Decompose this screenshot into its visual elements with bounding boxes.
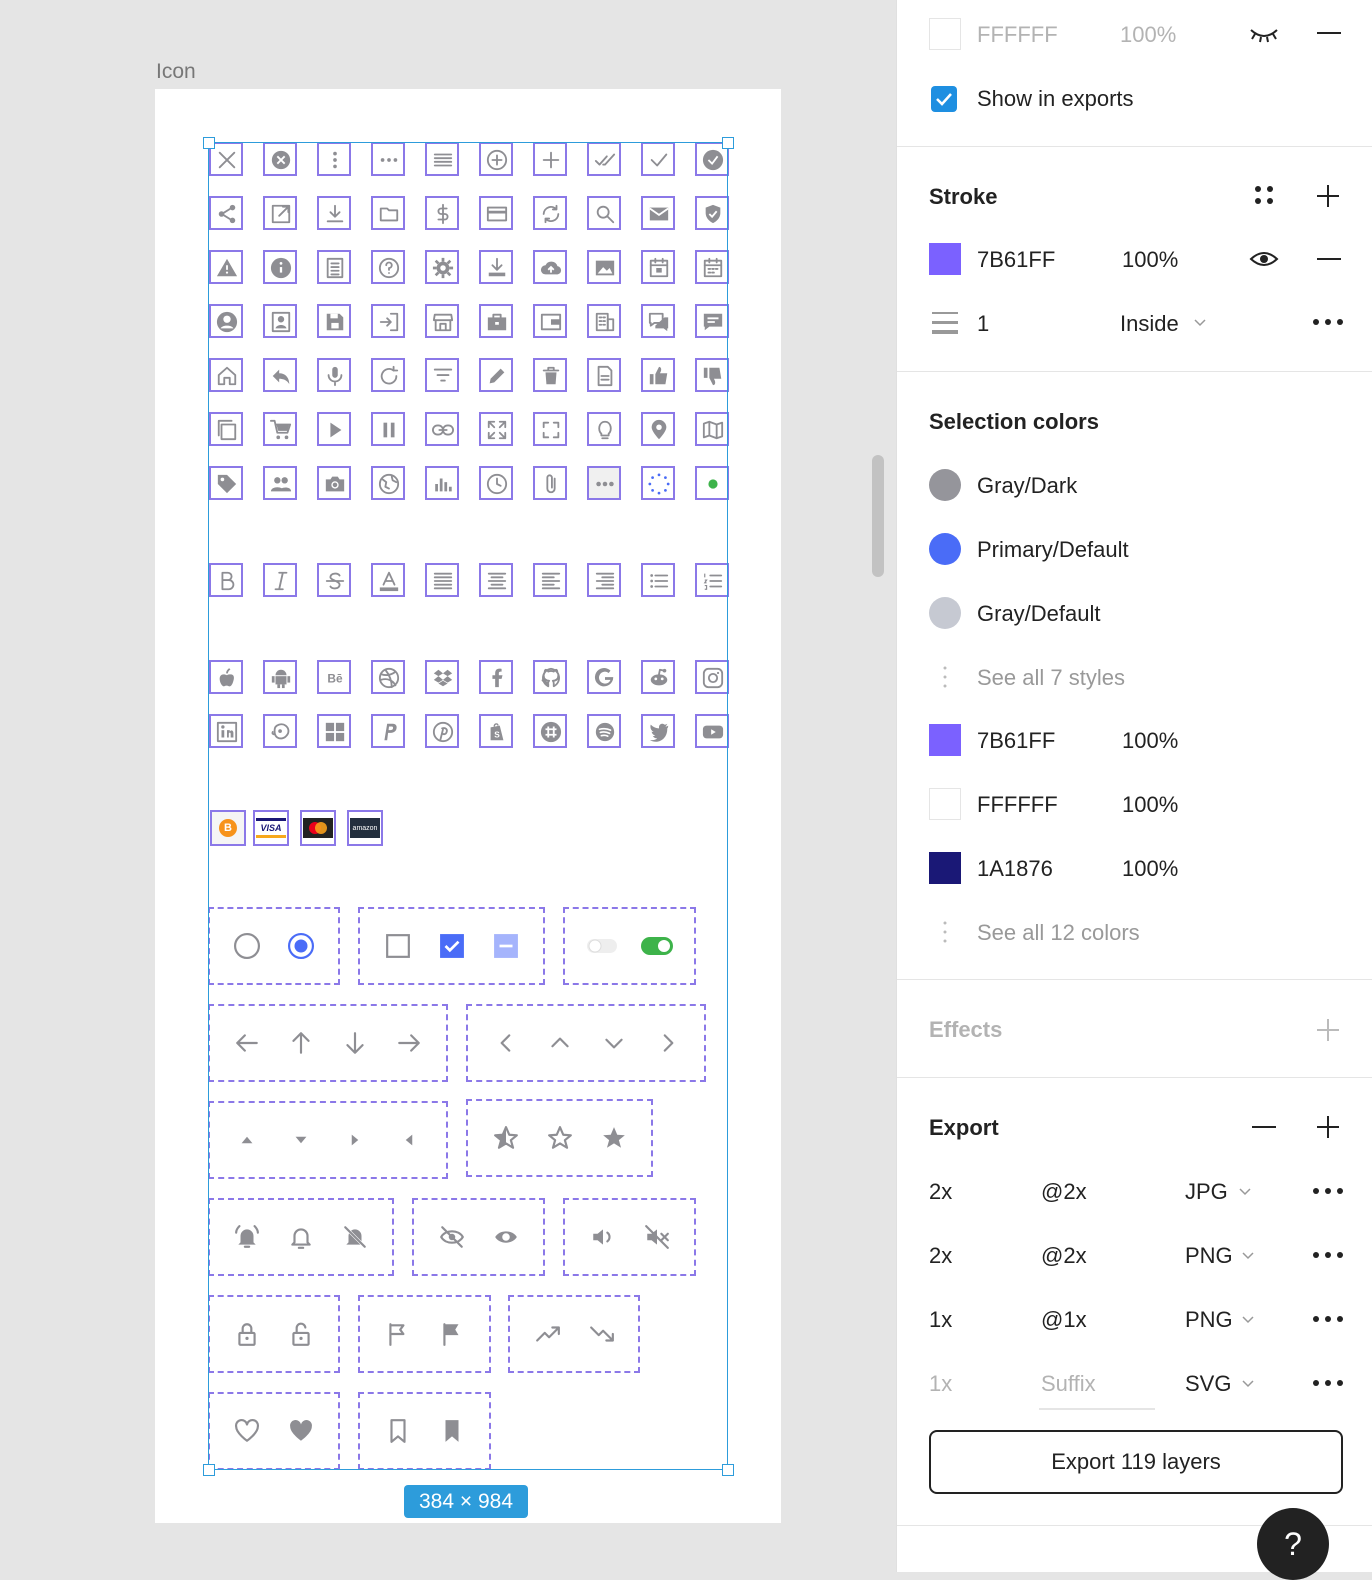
more-icon[interactable]	[1312, 318, 1344, 326]
design-canvas[interactable]: Icon Bē S B VISA amazon 384 × 984	[0, 0, 896, 1572]
color-opacity[interactable]: 100%	[1122, 856, 1178, 882]
fill-opacity[interactable]: 100%	[1120, 22, 1176, 48]
more-icon[interactable]	[1312, 1379, 1344, 1387]
add-stroke-icon[interactable]	[1316, 184, 1340, 208]
properties-panel: FFFFFF 100% Show in exports Stroke 7B61F…	[896, 0, 1372, 1580]
chevron-down-icon[interactable]	[1241, 1379, 1255, 1389]
add-export-icon[interactable]	[1316, 1115, 1340, 1139]
stroke-swatch[interactable]	[929, 243, 961, 275]
resize-handle-top-left[interactable]	[203, 137, 215, 149]
resize-handle-top-right[interactable]	[722, 137, 734, 149]
style-dot-gray-dark[interactable]	[929, 469, 961, 501]
selection-box[interactable]	[208, 142, 728, 1470]
more-icon[interactable]	[1312, 1187, 1344, 1195]
size-badge: 384 × 984	[404, 1485, 528, 1518]
color-swatch[interactable]	[929, 724, 961, 756]
eye-hidden-icon[interactable]	[1249, 24, 1279, 44]
divider	[897, 1077, 1372, 1078]
export-format[interactable]: PNG	[1185, 1307, 1233, 1333]
remove-export-icon[interactable]	[1252, 1126, 1276, 1130]
stroke-weight[interactable]: 1	[977, 311, 989, 337]
vertical-dots-icon	[943, 666, 947, 688]
chevron-down-icon[interactable]	[1241, 1251, 1255, 1261]
stroke-position-select[interactable]: Inside	[1120, 311, 1179, 337]
style-dot-primary[interactable]	[929, 533, 961, 565]
color-hex[interactable]: FFFFFF	[977, 792, 1058, 818]
stroke-opacity[interactable]: 100%	[1122, 247, 1178, 273]
divider	[897, 371, 1372, 372]
see-all-styles-link[interactable]: See all 7 styles	[977, 665, 1125, 691]
more-icon[interactable]	[1312, 1251, 1344, 1259]
style-name[interactable]: Gray/Default	[977, 601, 1101, 627]
color-opacity[interactable]: 100%	[1122, 792, 1178, 818]
export-format[interactable]: PNG	[1185, 1243, 1233, 1269]
remove-fill-icon[interactable]	[1317, 32, 1341, 36]
export-suffix[interactable]: @2x	[1041, 1179, 1087, 1205]
add-effect-icon[interactable]	[1316, 1018, 1340, 1042]
export-format[interactable]: SVG	[1185, 1371, 1231, 1397]
export-suffix[interactable]: @2x	[1041, 1243, 1087, 1269]
show-in-exports-checkbox[interactable]	[931, 86, 957, 112]
color-opacity[interactable]: 100%	[1122, 728, 1178, 754]
stroke-weight-icon	[932, 312, 958, 334]
resize-handle-bottom-right[interactable]	[722, 1464, 734, 1476]
chevron-down-icon[interactable]	[1241, 1315, 1255, 1325]
chevron-down-icon[interactable]	[1193, 318, 1207, 328]
export-scale[interactable]: 1x	[929, 1371, 952, 1397]
help-button[interactable]: ?	[1257, 1508, 1329, 1580]
export-suffix[interactable]: Suffix	[1041, 1371, 1096, 1397]
export-scale[interactable]: 2x	[929, 1243, 952, 1269]
export-scale[interactable]: 1x	[929, 1307, 952, 1333]
more-icon[interactable]	[1312, 1315, 1344, 1323]
stroke-hex[interactable]: 7B61FF	[977, 247, 1055, 273]
style-dot-gray-default[interactable]	[929, 597, 961, 629]
effects-title: Effects	[929, 1017, 1003, 1042]
fill-hex[interactable]: FFFFFF	[977, 22, 1058, 48]
style-name[interactable]: Primary/Default	[977, 537, 1129, 563]
color-swatch[interactable]	[929, 852, 961, 884]
resize-handle-bottom-left[interactable]	[203, 1464, 215, 1476]
vertical-dots-icon	[943, 921, 947, 943]
selection-colors-title: Selection colors	[929, 409, 1099, 434]
see-all-colors-link[interactable]: See all 12 colors	[977, 920, 1140, 946]
divider	[897, 146, 1372, 147]
canvas-scrollbar[interactable]	[872, 455, 884, 577]
fill-swatch[interactable]	[929, 18, 961, 50]
eye-icon[interactable]	[1249, 249, 1279, 269]
style-grid-icon[interactable]	[1253, 184, 1275, 206]
color-hex[interactable]: 1A1876	[977, 856, 1053, 882]
show-in-exports-label: Show in exports	[977, 86, 1134, 111]
suffix-input-underline	[1039, 1408, 1155, 1410]
color-hex[interactable]: 7B61FF	[977, 728, 1055, 754]
divider	[897, 979, 1372, 980]
color-swatch[interactable]	[929, 788, 961, 820]
export-scale[interactable]: 2x	[929, 1179, 952, 1205]
remove-stroke-icon[interactable]	[1317, 258, 1341, 262]
stroke-title: Stroke	[929, 184, 998, 209]
export-suffix[interactable]: @1x	[1041, 1307, 1087, 1333]
style-name[interactable]: Gray/Dark	[977, 473, 1077, 499]
export-title: Export	[929, 1115, 999, 1140]
frame-label[interactable]: Icon	[156, 60, 196, 84]
export-layers-button[interactable]: Export 119 layers	[929, 1430, 1343, 1494]
chevron-down-icon[interactable]	[1238, 1187, 1252, 1197]
export-format[interactable]: JPG	[1185, 1179, 1228, 1205]
